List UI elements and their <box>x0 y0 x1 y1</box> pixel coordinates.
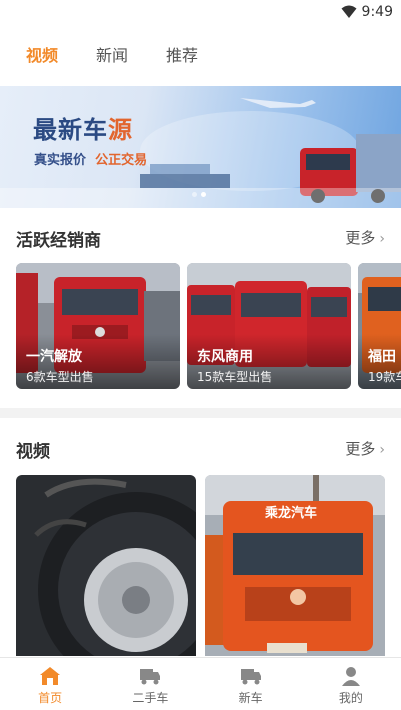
truck-icon <box>240 669 261 685</box>
video-card[interactable]: 乘龙汽车 <box>205 475 385 656</box>
nav-new-cars-label: 新车 <box>238 691 263 705</box>
dealer-name: 福田 <box>368 349 396 365</box>
video-thumbnail-truck: 乘龙汽车 <box>205 475 385 656</box>
dealer-model-count: 19款车 <box>368 370 401 384</box>
dealers-more-link[interactable]: 更多 › <box>345 227 385 248</box>
banner-title: 最新车源 <box>33 116 133 144</box>
video-card[interactable] <box>16 475 196 656</box>
dealer-card[interactable]: 福田 19款车 <box>358 263 401 389</box>
nav-home-label: 首页 <box>38 691 63 705</box>
wifi-icon <box>341 5 357 18</box>
truck-brand-text: 乘龙汽车 <box>264 505 317 521</box>
used-truck-icon <box>140 669 161 685</box>
dealer-model-count: 6款车型出售 <box>26 370 94 384</box>
banner-pager <box>192 192 210 197</box>
home-icon <box>40 667 61 685</box>
nav-new-cars[interactable]: 新车 <box>201 658 301 710</box>
nav-used-cars-label: 二手车 <box>132 691 169 705</box>
pager-dot-active <box>201 192 206 197</box>
tab-recommend[interactable]: 推荐 <box>166 42 198 70</box>
dealers-title: 活跃经销商 <box>16 231 101 251</box>
dealers-header: 活跃经销商 更多 › <box>0 222 401 252</box>
dealer-card[interactable]: 东风商用 15款车型出售 <box>187 263 351 389</box>
dealer-list: 一汽解放 6款车型出售 东风商用 15款车型出售 福田 19款车 <box>16 263 401 389</box>
nav-used-cars[interactable]: 二手车 <box>100 658 200 710</box>
tab-news[interactable]: 新闻 <box>96 42 128 70</box>
status-time: 9:49 <box>361 4 393 20</box>
dealer-name: 一汽解放 <box>26 349 82 365</box>
dealer-model-count: 15款车型出售 <box>197 370 273 384</box>
videos-header: 视频 更多 › <box>0 433 401 463</box>
nav-profile-label: 我的 <box>338 691 363 705</box>
status-bar: 9:49 <box>0 0 401 26</box>
video-thumbnail-tire <box>16 475 196 656</box>
dealer-card[interactable]: 一汽解放 6款车型出售 <box>16 263 180 389</box>
videos-title: 视频 <box>16 442 50 462</box>
promo-banner[interactable]: 最新车源 真实报价 公正交易 <box>0 86 401 208</box>
top-tabs: 视频 新闻 推荐 <box>26 42 236 70</box>
pager-dot <box>192 192 197 197</box>
chevron-right-icon: › <box>379 442 385 458</box>
section-divider <box>0 408 401 418</box>
banner-illustration <box>0 98 401 208</box>
chevron-right-icon: › <box>379 231 385 247</box>
videos-more-link[interactable]: 更多 › <box>345 438 385 459</box>
user-icon <box>341 667 360 686</box>
nav-home[interactable]: 首页 <box>0 658 100 710</box>
dealer-name: 东风商用 <box>197 349 253 365</box>
tab-video[interactable]: 视频 <box>26 42 58 70</box>
nav-profile[interactable]: 我的 <box>301 658 401 710</box>
bottom-nav: 首页 二手车 新车 我的 <box>0 657 401 710</box>
banner-subtitle: 真实报价 公正交易 <box>34 153 148 168</box>
